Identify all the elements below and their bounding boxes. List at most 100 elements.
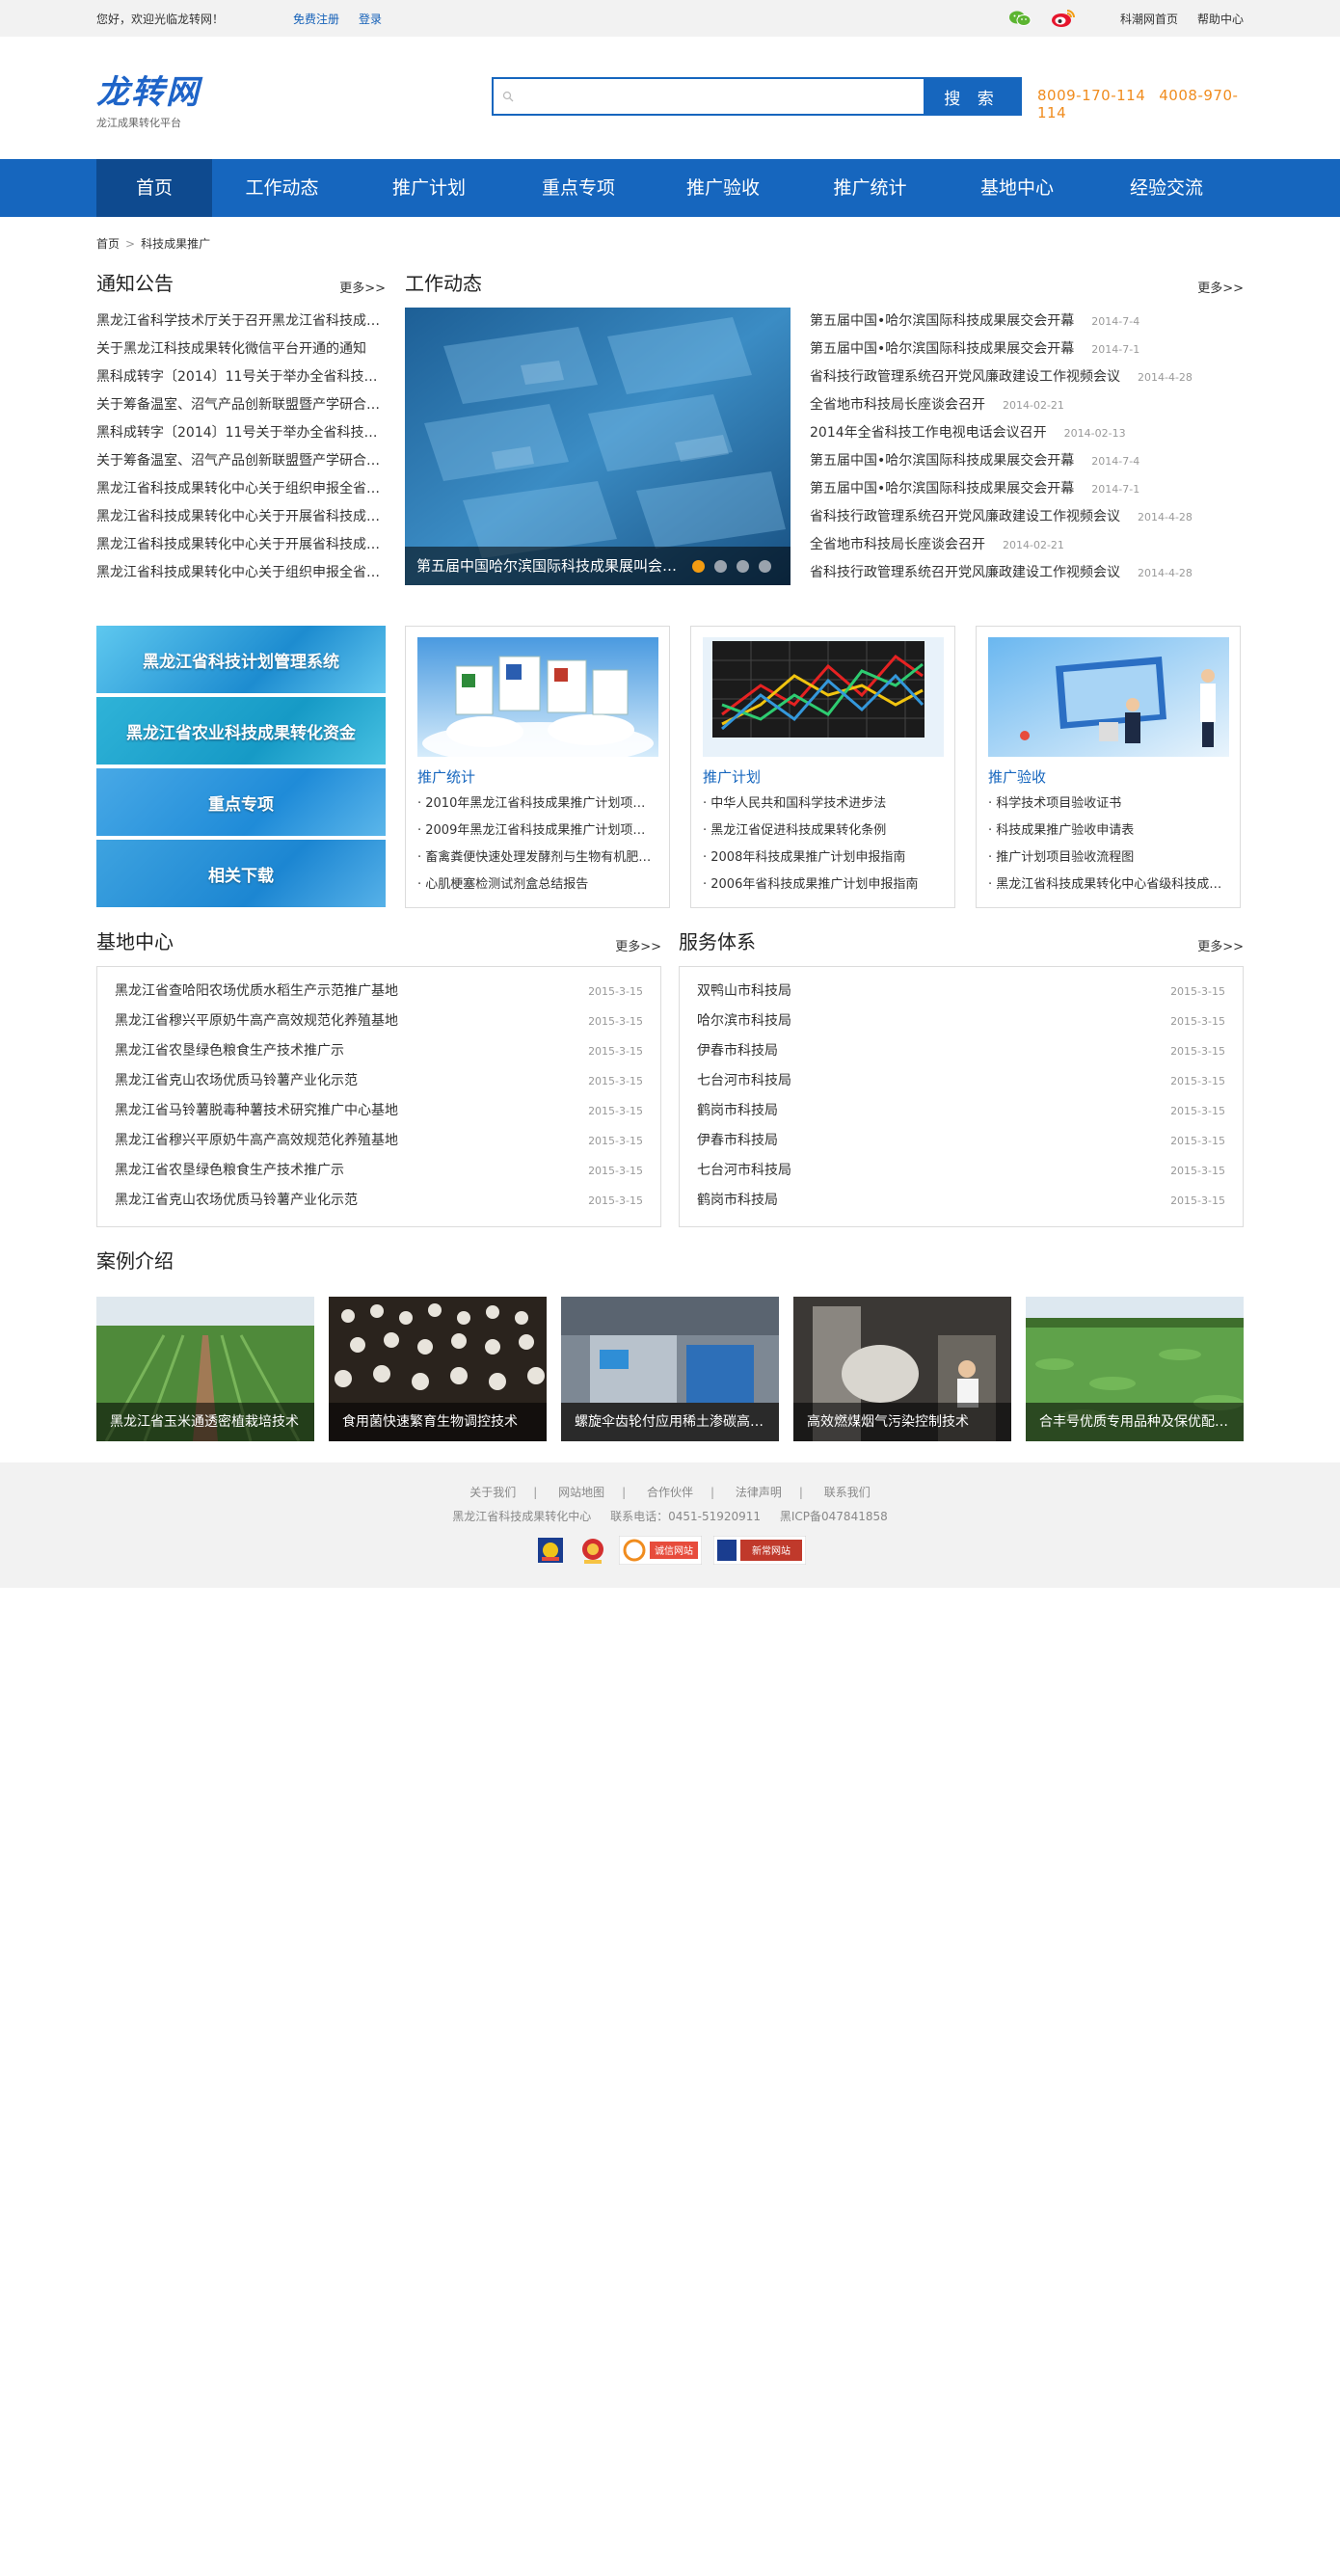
notice-item[interactable]: 黑科成转字〔2014〕11号关于举办全省科技成果推广培训班的通知 xyxy=(96,419,386,447)
case-item[interactable]: 高效燃煤烟气污染控制技术 xyxy=(793,1297,1011,1441)
nav-statistics[interactable]: 推广统计 xyxy=(795,159,945,217)
slide-dot-active[interactable] xyxy=(692,560,705,573)
news-item[interactable]: 省科技行政管理系统召开党风廉政建设工作视频会议 2014-4-28 xyxy=(810,559,1244,587)
card-item[interactable]: · 2008年科技成果推广计划申报指南 xyxy=(703,845,943,872)
case-item[interactable]: 食用菌快速繁育生物调控技术 xyxy=(329,1297,547,1441)
news-item[interactable]: 第五届中国•哈尔滨国际科技成果展交会开幕 2014-7-4 xyxy=(810,308,1244,335)
news-item[interactable]: 全省地市科技局长座谈会召开 2014-02-21 xyxy=(810,531,1244,559)
list-item[interactable]: 黑龙江省马铃薯脱毒种薯技术研究推广中心基地 2015-3-15 xyxy=(115,1096,643,1126)
news-item[interactable]: 2014年全省科技工作电视电话会议召开 2014-02-13 xyxy=(810,419,1244,447)
case-caption[interactable]: 合丰号优质专用品种及保优配套技术 xyxy=(1026,1403,1244,1441)
banner-plan-system[interactable]: 黑龙江省科技计划管理系统 xyxy=(96,626,386,693)
help-center-link[interactable]: 帮助中心 xyxy=(1197,11,1244,27)
list-item[interactable]: 鹤岗市科技局 2015-3-15 xyxy=(697,1096,1225,1126)
card-item[interactable]: · 2006年省科技成果推广计划申报指南 xyxy=(703,872,943,899)
list-item[interactable]: 黑龙江省穆兴平原奶牛高产高效规范化养殖基地 2015-3-15 xyxy=(115,1006,643,1036)
notice-item[interactable]: 黑龙江省科学技术厅关于召开黑龙江省科技成果推广工作会议的通知 xyxy=(96,308,386,335)
list-item[interactable]: 黑龙江省农垦绿色粮食生产技术推广示 2015-3-15 xyxy=(115,1156,643,1186)
nav-experience[interactable]: 经验交流 xyxy=(1089,159,1244,217)
card-title[interactable]: 推广统计 xyxy=(417,766,657,787)
login-link[interactable]: 登录 xyxy=(359,11,382,27)
police-badge-icon[interactable] xyxy=(534,1536,567,1565)
nav-home[interactable]: 首页 xyxy=(96,159,212,217)
notice-item[interactable]: 黑龙江省科技成果转化中心关于开展省科技成果推广统计工作的通知 xyxy=(96,531,386,559)
nav-promotion-plan[interactable]: 推广计划 xyxy=(352,159,506,217)
card-item[interactable]: · 2010年黑龙江省科技成果推广计划项目统计表 xyxy=(417,791,657,818)
chart-illustration[interactable] xyxy=(703,637,944,757)
weibo-icon[interactable] xyxy=(1051,9,1076,28)
banner-agri-fund[interactable]: 黑龙江省农业科技成果转化资金 xyxy=(96,697,386,765)
notice-item[interactable]: 黑科成转字〔2014〕11号关于举办全省科技成果推广培训班的通知 xyxy=(96,363,386,391)
card-title[interactable]: 推广计划 xyxy=(703,766,943,787)
footer-link-contact[interactable]: 联系我们 xyxy=(824,1486,871,1499)
register-link[interactable]: 免费注册 xyxy=(293,11,339,27)
search-input[interactable] xyxy=(523,79,924,114)
list-item[interactable]: 黑龙江省克山农场优质马铃薯产业化示范 2015-3-15 xyxy=(115,1186,643,1216)
breadcrumb-home[interactable]: 首页 xyxy=(96,237,120,251)
list-item[interactable]: 黑龙江省穆兴平原奶牛高产高效规范化养殖基地 2015-3-15 xyxy=(115,1126,643,1156)
case-caption[interactable]: 黑龙江省玉米通透密植栽培技术 xyxy=(96,1403,314,1441)
footer-link-partners[interactable]: 合作伙伴 xyxy=(647,1486,693,1499)
list-item[interactable]: 七台河市科技局 2015-3-15 xyxy=(697,1156,1225,1186)
news-item[interactable]: 省科技行政管理系统召开党风廉政建设工作视频会议 2014-4-28 xyxy=(810,363,1244,391)
search-button[interactable]: 搜 索 xyxy=(924,79,1020,114)
list-item[interactable]: 伊春市科技局 2015-3-15 xyxy=(697,1126,1225,1156)
footer-link-sitemap[interactable]: 网站地图 xyxy=(558,1486,604,1499)
nav-acceptance[interactable]: 推广验收 xyxy=(651,159,795,217)
card-item[interactable]: · 心肌梗塞检测试剂盒总结报告 xyxy=(417,872,657,899)
news-item[interactable]: 省科技行政管理系统召开党风廉政建设工作视频会议 2014-4-28 xyxy=(810,503,1244,531)
news-item[interactable]: 第五届中国•哈尔滨国际科技成果展交会开幕 2014-7-4 xyxy=(810,447,1244,475)
case-item[interactable]: 合丰号优质专用品种及保优配套技术 xyxy=(1026,1297,1244,1441)
emblem-badge-icon[interactable] xyxy=(578,1536,607,1565)
case-item[interactable]: 螺旋伞齿轮付应用稀土渗碳高效技术 xyxy=(561,1297,779,1441)
list-item[interactable]: 鹤岗市科技局 2015-3-15 xyxy=(697,1186,1225,1216)
notice-item[interactable]: 关于筹备温室、沼气产品创新联盟暨产学研合作会议的通知 xyxy=(96,447,386,475)
case-caption[interactable]: 食用菌快速繁育生物调控技术 xyxy=(329,1403,547,1441)
nav-work-news[interactable]: 工作动态 xyxy=(212,159,352,217)
list-item[interactable]: 伊春市科技局 2015-3-15 xyxy=(697,1036,1225,1066)
documents-illustration[interactable] xyxy=(417,637,658,757)
card-item[interactable]: · 2009年黑龙江省科技成果推广计划项目统计表 xyxy=(417,818,657,845)
notice-item[interactable]: 黑龙江省科技成果转化中心关于组织申报全省科技成果推广计划的通知 xyxy=(96,559,386,587)
notice-more-link[interactable]: 更多>> xyxy=(339,278,386,296)
site-logo[interactable]: 龙转网 龙江成果转化平台 xyxy=(96,66,201,130)
card-item[interactable]: · 中华人民共和国科学技术进步法 xyxy=(703,791,943,818)
card-title[interactable]: 推广验收 xyxy=(988,766,1228,787)
list-item[interactable]: 黑龙江省克山农场优质马铃薯产业化示范 2015-3-15 xyxy=(115,1066,643,1096)
slide-dot[interactable] xyxy=(737,560,749,573)
wechat-icon[interactable] xyxy=(1008,10,1032,27)
notice-item[interactable]: 关于黑龙江科技成果转化微信平台开通的通知 xyxy=(96,335,386,363)
slide-dot[interactable] xyxy=(714,560,727,573)
list-item[interactable]: 哈尔滨市科技局 2015-3-15 xyxy=(697,1006,1225,1036)
case-caption[interactable]: 螺旋伞齿轮付应用稀土渗碳高效技术 xyxy=(561,1403,779,1441)
card-item[interactable]: · 推广计划项目验收流程图 xyxy=(988,845,1228,872)
notice-item[interactable]: 黑龙江省科技成果转化中心关于开展省科技成果推广验收工作的通知 xyxy=(96,503,386,531)
news-slideshow[interactable]: 第五届中国哈尔滨国际科技成果展叫会开幕 xyxy=(405,308,791,585)
new-site-badge[interactable]: 新常网站 xyxy=(712,1535,807,1566)
case-caption[interactable]: 高效燃煤烟气污染控制技术 xyxy=(793,1403,1011,1441)
base-center-more-link[interactable]: 更多>> xyxy=(615,936,661,954)
card-item[interactable]: · 科技成果推广验收申请表 xyxy=(988,818,1228,845)
banner-downloads[interactable]: 相关下载 xyxy=(96,840,386,907)
news-item[interactable]: 第五届中国•哈尔滨国际科技成果展交会开幕 2014-7-1 xyxy=(810,335,1244,363)
nav-base-center[interactable]: 基地中心 xyxy=(945,159,1089,217)
list-item[interactable]: 七台河市科技局 2015-3-15 xyxy=(697,1066,1225,1096)
card-item[interactable]: · 科学技术项目验收证书 xyxy=(988,791,1228,818)
case-item[interactable]: 黑龙江省玉米通透密植栽培技术 xyxy=(96,1297,314,1441)
news-item[interactable]: 第五届中国•哈尔滨国际科技成果展交会开幕 2014-7-1 xyxy=(810,475,1244,503)
footer-link-legal[interactable]: 法律声明 xyxy=(736,1486,782,1499)
slide-dot[interactable] xyxy=(759,560,771,573)
footer-link-about[interactable]: 关于我们 xyxy=(469,1486,516,1499)
service-more-link[interactable]: 更多>> xyxy=(1197,936,1244,954)
trusted-site-badge[interactable]: 诚信网站 xyxy=(618,1535,703,1566)
work-news-more-link[interactable]: 更多>> xyxy=(1197,278,1244,296)
card-item[interactable]: · 黑龙江省科技成果转化中心省级科技成果推广验收 xyxy=(988,872,1228,899)
news-item[interactable]: 全省地市科技局长座谈会召开 2014-02-21 xyxy=(810,391,1244,419)
banner-key-projects[interactable]: 重点专项 xyxy=(96,768,386,836)
business-illustration[interactable] xyxy=(988,637,1229,757)
card-item[interactable]: · 畜禽粪便快速处理发酵剂与生物有机肥技术 xyxy=(417,845,657,872)
notice-item[interactable]: 关于筹备温室、沼气产品创新联盟暨产学研合作会议的通知 xyxy=(96,391,386,419)
kechao-home-link[interactable]: 科潮网首页 xyxy=(1120,11,1178,27)
list-item[interactable]: 双鸭山市科技局 2015-3-15 xyxy=(697,977,1225,1006)
list-item[interactable]: 黑龙江省农垦绿色粮食生产技术推广示 2015-3-15 xyxy=(115,1036,643,1066)
